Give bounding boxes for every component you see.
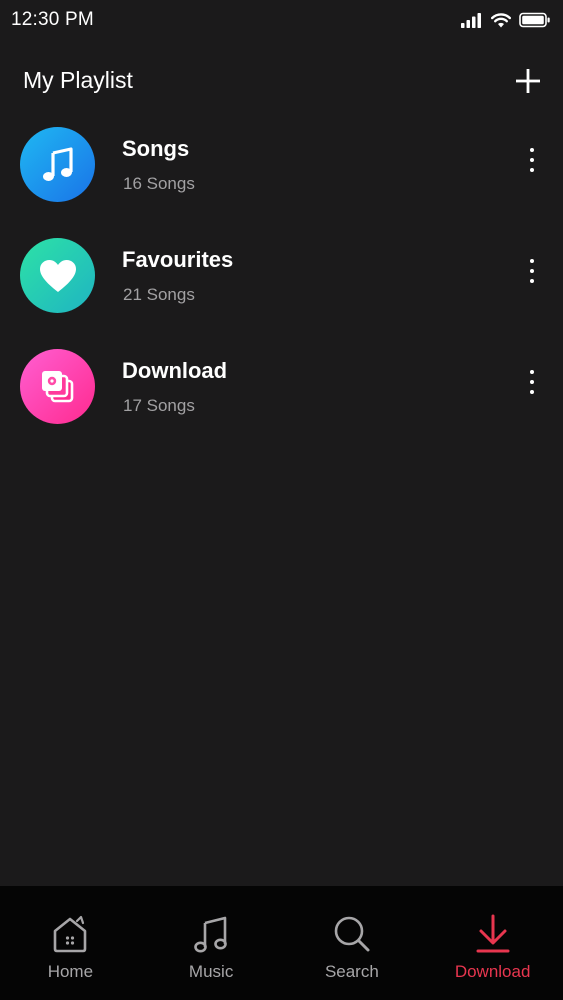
playlist-song-count: 17 Songs bbox=[123, 396, 195, 415]
status-time: 12:30 PM bbox=[11, 9, 94, 30]
more-options-button[interactable] bbox=[523, 148, 541, 172]
nav-item-search[interactable]: Search bbox=[282, 886, 423, 1000]
nav-label: Download bbox=[454, 962, 531, 981]
download-icon bbox=[475, 912, 511, 956]
more-options-button[interactable] bbox=[523, 259, 541, 283]
bottom-nav: Home Music Search Download bbox=[0, 886, 563, 1000]
playlist-item-favourites[interactable]: Favourites 21 Songs bbox=[0, 226, 563, 337]
home-icon bbox=[50, 912, 90, 956]
status-icons bbox=[461, 12, 551, 33]
playlist-title: Download bbox=[122, 358, 228, 383]
status-bar: 12:30 PM bbox=[0, 0, 563, 44]
heart-icon bbox=[39, 259, 76, 292]
playlist-item-download[interactable]: Download 17 Songs bbox=[0, 337, 563, 448]
nav-label: Music bbox=[188, 962, 234, 981]
wifi-icon bbox=[491, 12, 511, 33]
playlist-list: Songs 16 Songs Favourites 21 Songs Downl… bbox=[0, 115, 563, 448]
playlist-title: Songs bbox=[122, 136, 190, 161]
nav-label: Search bbox=[324, 962, 379, 981]
nav-item-download[interactable]: Download bbox=[422, 886, 563, 1000]
page-title: My Playlist bbox=[23, 67, 133, 93]
battery-icon bbox=[519, 12, 551, 33]
screen: 12:30 PM My Playlist Songs 16 Songs Favo… bbox=[0, 0, 563, 1000]
playlist-item-songs[interactable]: Songs 16 Songs bbox=[0, 115, 563, 226]
photo-stack-icon bbox=[41, 370, 73, 402]
signal-icon bbox=[461, 12, 483, 33]
add-playlist-button[interactable] bbox=[515, 68, 541, 94]
playlist-avatar bbox=[20, 349, 95, 424]
search-icon bbox=[332, 912, 372, 956]
more-options-button[interactable] bbox=[523, 370, 541, 394]
music-note-icon bbox=[42, 146, 73, 181]
nav-item-home[interactable]: Home bbox=[0, 886, 141, 1000]
nav-label: Home bbox=[47, 962, 94, 981]
plus-icon bbox=[516, 69, 540, 93]
playlist-avatar bbox=[20, 127, 95, 202]
playlist-song-count: 16 Songs bbox=[123, 174, 195, 193]
playlist-title: Favourites bbox=[122, 247, 234, 272]
playlist-song-count: 21 Songs bbox=[123, 285, 195, 304]
header: My Playlist bbox=[0, 56, 563, 108]
nav-item-music[interactable]: Music bbox=[141, 886, 282, 1000]
playlist-avatar bbox=[20, 238, 95, 313]
music-icon bbox=[191, 912, 231, 956]
